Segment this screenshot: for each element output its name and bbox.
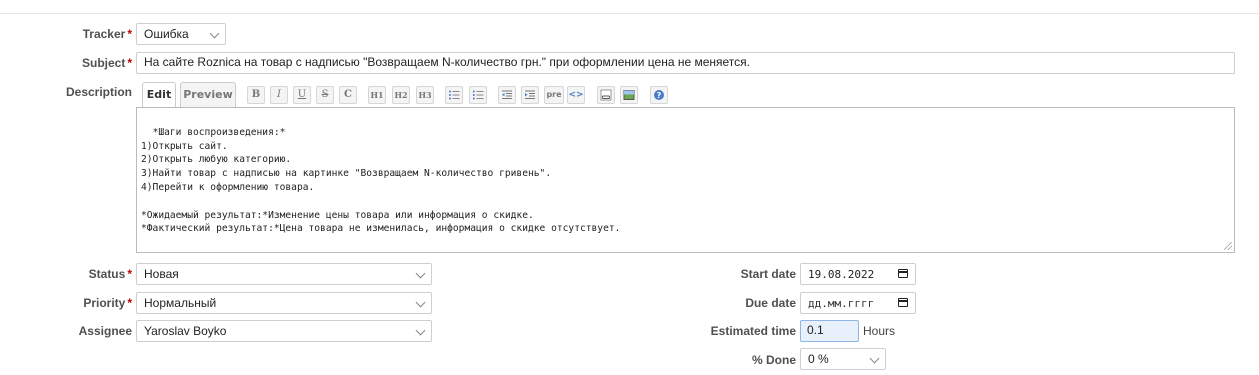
start-date-input[interactable]: 19.08.2022	[800, 263, 916, 285]
chevron-down-icon	[415, 325, 426, 336]
code-inline-button[interactable]: C	[339, 86, 357, 104]
image-icon	[623, 90, 635, 100]
indent-button[interactable]	[521, 86, 539, 104]
bold-button[interactable]: B	[247, 86, 265, 104]
chevron-down-icon	[209, 28, 220, 39]
done-ratio-select[interactable]: 0 %	[800, 348, 886, 370]
indent-icon	[525, 90, 535, 99]
heading1-button[interactable]: H1	[368, 86, 386, 104]
tab-edit[interactable]: Edit	[142, 82, 176, 109]
estimated-time-input[interactable]: 0.1	[800, 320, 859, 342]
help-button[interactable]: ?	[650, 86, 668, 104]
tracker-value: Ошибка	[144, 27, 189, 41]
assignee-select[interactable]: Yaroslav Boyko	[136, 320, 432, 342]
unordered-list-button[interactable]	[445, 86, 463, 104]
link-button[interactable]	[597, 86, 615, 104]
done-ratio-value: 0 %	[808, 352, 829, 366]
wiki-link-icon	[600, 89, 612, 101]
description-label: Description	[65, 85, 132, 99]
hours-unit-label: Hours	[863, 324, 896, 338]
due-date-input[interactable]: дд.мм.гггг	[800, 292, 916, 314]
help-icon: ?	[654, 90, 664, 100]
chevron-down-icon	[415, 268, 426, 279]
top-divider	[0, 13, 1259, 14]
description-textarea[interactable]: *Шаги воспроизведения:* 1)Открыть сайт. …	[136, 107, 1235, 253]
code-block-button[interactable]: <>	[567, 86, 585, 104]
ordered-list-button[interactable]	[469, 86, 487, 104]
strikethrough-button[interactable]: S	[316, 86, 334, 104]
subject-label: Subject *	[81, 56, 132, 70]
outdent-icon	[502, 90, 512, 99]
status-value: Новая	[144, 267, 179, 281]
start-date-label: Start date	[740, 267, 796, 281]
assignee-value: Yaroslav Boyko	[144, 324, 227, 338]
priority-select[interactable]: Нормальный	[136, 292, 432, 314]
tracker-select[interactable]: Ошибка	[136, 23, 226, 45]
subject-input[interactable]: На сайте Roznica на товар с надписью "Во…	[136, 52, 1235, 74]
chevron-down-icon	[415, 297, 426, 308]
tracker-label: Tracker *	[82, 27, 132, 41]
resize-grip-icon[interactable]	[1224, 242, 1232, 250]
image-button[interactable]	[620, 86, 638, 104]
status-select[interactable]: Новая	[136, 263, 432, 285]
bulleted-list-icon	[449, 90, 460, 100]
calendar-icon[interactable]	[898, 269, 908, 278]
assignee-label: Assignee	[78, 324, 132, 338]
subject-value: На сайте Roznica на товар с надписью "Во…	[144, 55, 750, 69]
status-label: Status *	[88, 267, 132, 281]
due-date-label: Due date	[745, 296, 796, 310]
chevron-down-icon	[869, 353, 880, 364]
due-date-value: дд.мм.гггг	[808, 297, 875, 310]
italic-button[interactable]: I	[270, 86, 288, 104]
priority-value: Нормальный	[144, 296, 217, 310]
estimated-time-label: Estimated time	[710, 324, 796, 338]
underline-button[interactable]: U	[293, 86, 311, 104]
calendar-icon[interactable]	[898, 298, 908, 307]
priority-label: Priority *	[83, 296, 132, 310]
preformatted-button[interactable]: pre	[544, 86, 564, 104]
outdent-button[interactable]	[498, 86, 516, 104]
heading2-button[interactable]: H2	[392, 86, 410, 104]
numbered-list-icon	[473, 90, 484, 100]
tab-preview[interactable]: Preview	[180, 82, 236, 108]
description-text: *Шаги воспроизведения:* 1)Открыть сайт. …	[141, 126, 621, 235]
done-ratio-label: % Done	[751, 353, 796, 367]
heading3-button[interactable]: H3	[416, 86, 434, 104]
svg-text:?: ?	[657, 91, 662, 100]
estimated-time-value: 0.1	[807, 323, 824, 337]
start-date-value: 19.08.2022	[808, 268, 875, 281]
